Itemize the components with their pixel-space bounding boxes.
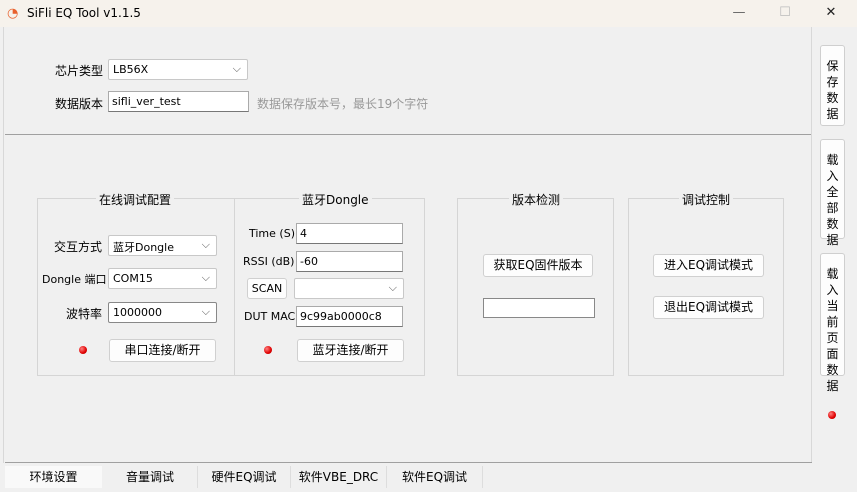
baud-label: 波特率 bbox=[66, 307, 103, 321]
chip-type-label: 芯片类型 bbox=[55, 64, 104, 78]
version-check-title: 版本检测 bbox=[509, 191, 564, 208]
side-status-led bbox=[828, 411, 836, 419]
fw-version-output bbox=[483, 298, 595, 318]
data-version-label: 数据版本 bbox=[55, 97, 104, 111]
chevron-down-icon: ⌵ bbox=[201, 238, 210, 251]
serial-status-led bbox=[79, 346, 87, 354]
title-bar: ◔ SiFli EQ Tool v1.1.5 — ☐ ✕ bbox=[0, 0, 857, 27]
separator bbox=[5, 134, 811, 135]
maximize-button[interactable]: ☐ bbox=[770, 3, 800, 23]
enter-eq-debug-button[interactable]: 进入EQ调试模式 bbox=[653, 254, 764, 277]
scan-result-select[interactable]: ⌵ bbox=[294, 278, 404, 299]
serial-connect-button[interactable]: 串口连接/断开 bbox=[109, 339, 216, 362]
close-button[interactable]: ✕ bbox=[816, 3, 846, 23]
rssi-input[interactable]: -60 bbox=[296, 251, 403, 272]
load-page-data-button[interactable]: 载入当前页面数据 bbox=[820, 253, 845, 393]
baud-value: 1000000 bbox=[113, 306, 162, 319]
tab-environment[interactable]: 环境设置 bbox=[5, 466, 102, 488]
mac-input[interactable]: 9c99ab0000c8 bbox=[296, 306, 403, 327]
exit-eq-debug-button[interactable]: 退出EQ调试模式 bbox=[653, 296, 764, 319]
debug-control-group: 调试控制 bbox=[628, 191, 784, 376]
tab-volume[interactable]: 音量调试 bbox=[103, 466, 198, 488]
tab-sw-eq[interactable]: 软件EQ调试 bbox=[387, 466, 483, 488]
window-title: SiFli EQ Tool v1.1.5 bbox=[27, 6, 141, 20]
tab-sw-vbe-drc[interactable]: 软件VBE_DRC bbox=[291, 466, 387, 488]
mode-select[interactable]: 蓝牙Dongle ⌵ bbox=[108, 235, 217, 256]
chip-type-value: LB56X bbox=[113, 63, 149, 76]
online-config-title: 在线调试配置 bbox=[96, 191, 175, 208]
tab-hw-eq[interactable]: 硬件EQ调试 bbox=[198, 466, 291, 488]
baud-select[interactable]: 1000000 ⌵ bbox=[108, 302, 217, 323]
debug-control-title: 调试控制 bbox=[679, 191, 734, 208]
mac-label: DUT MAC bbox=[244, 310, 296, 323]
mode-label: 交互方式 bbox=[54, 240, 103, 254]
chevron-down-icon: ⌵ bbox=[201, 271, 210, 284]
time-input[interactable]: 4 bbox=[296, 223, 403, 244]
tab-separator bbox=[5, 462, 812, 463]
get-fw-version-button[interactable]: 获取EQ固件版本 bbox=[483, 254, 593, 277]
dongle-title: 蓝牙Dongle bbox=[299, 191, 372, 208]
chip-type-select[interactable]: LB56X ⌵ bbox=[108, 59, 248, 80]
time-label: Time (S) bbox=[249, 227, 295, 240]
chevron-down-icon: ⌵ bbox=[232, 62, 241, 75]
bt-connect-button[interactable]: 蓝牙连接/断开 bbox=[297, 339, 404, 362]
app-logo-icon: ◔ bbox=[7, 6, 19, 21]
port-value: COM15 bbox=[113, 272, 153, 285]
minimize-button[interactable]: — bbox=[724, 3, 754, 23]
port-select[interactable]: COM15 ⌵ bbox=[108, 268, 217, 289]
mode-value: 蓝牙Dongle bbox=[113, 241, 174, 254]
data-version-hint: 数据保存版本号，最长19个字符 bbox=[257, 97, 429, 111]
chevron-down-icon: ⌵ bbox=[388, 281, 397, 294]
bt-status-led bbox=[264, 346, 272, 354]
rssi-label: RSSI (dB) bbox=[243, 255, 295, 268]
version-check-group: 版本检测 bbox=[457, 191, 614, 376]
data-version-input[interactable]: sifli_ver_test bbox=[108, 91, 249, 112]
save-data-button[interactable]: 保存数据 bbox=[820, 45, 845, 126]
scan-button[interactable]: SCAN bbox=[247, 278, 287, 299]
port-label: Dongle 端口 bbox=[42, 273, 107, 286]
load-all-data-button[interactable]: 载入全部数据 bbox=[820, 139, 845, 247]
chevron-down-icon: ⌵ bbox=[201, 305, 210, 318]
